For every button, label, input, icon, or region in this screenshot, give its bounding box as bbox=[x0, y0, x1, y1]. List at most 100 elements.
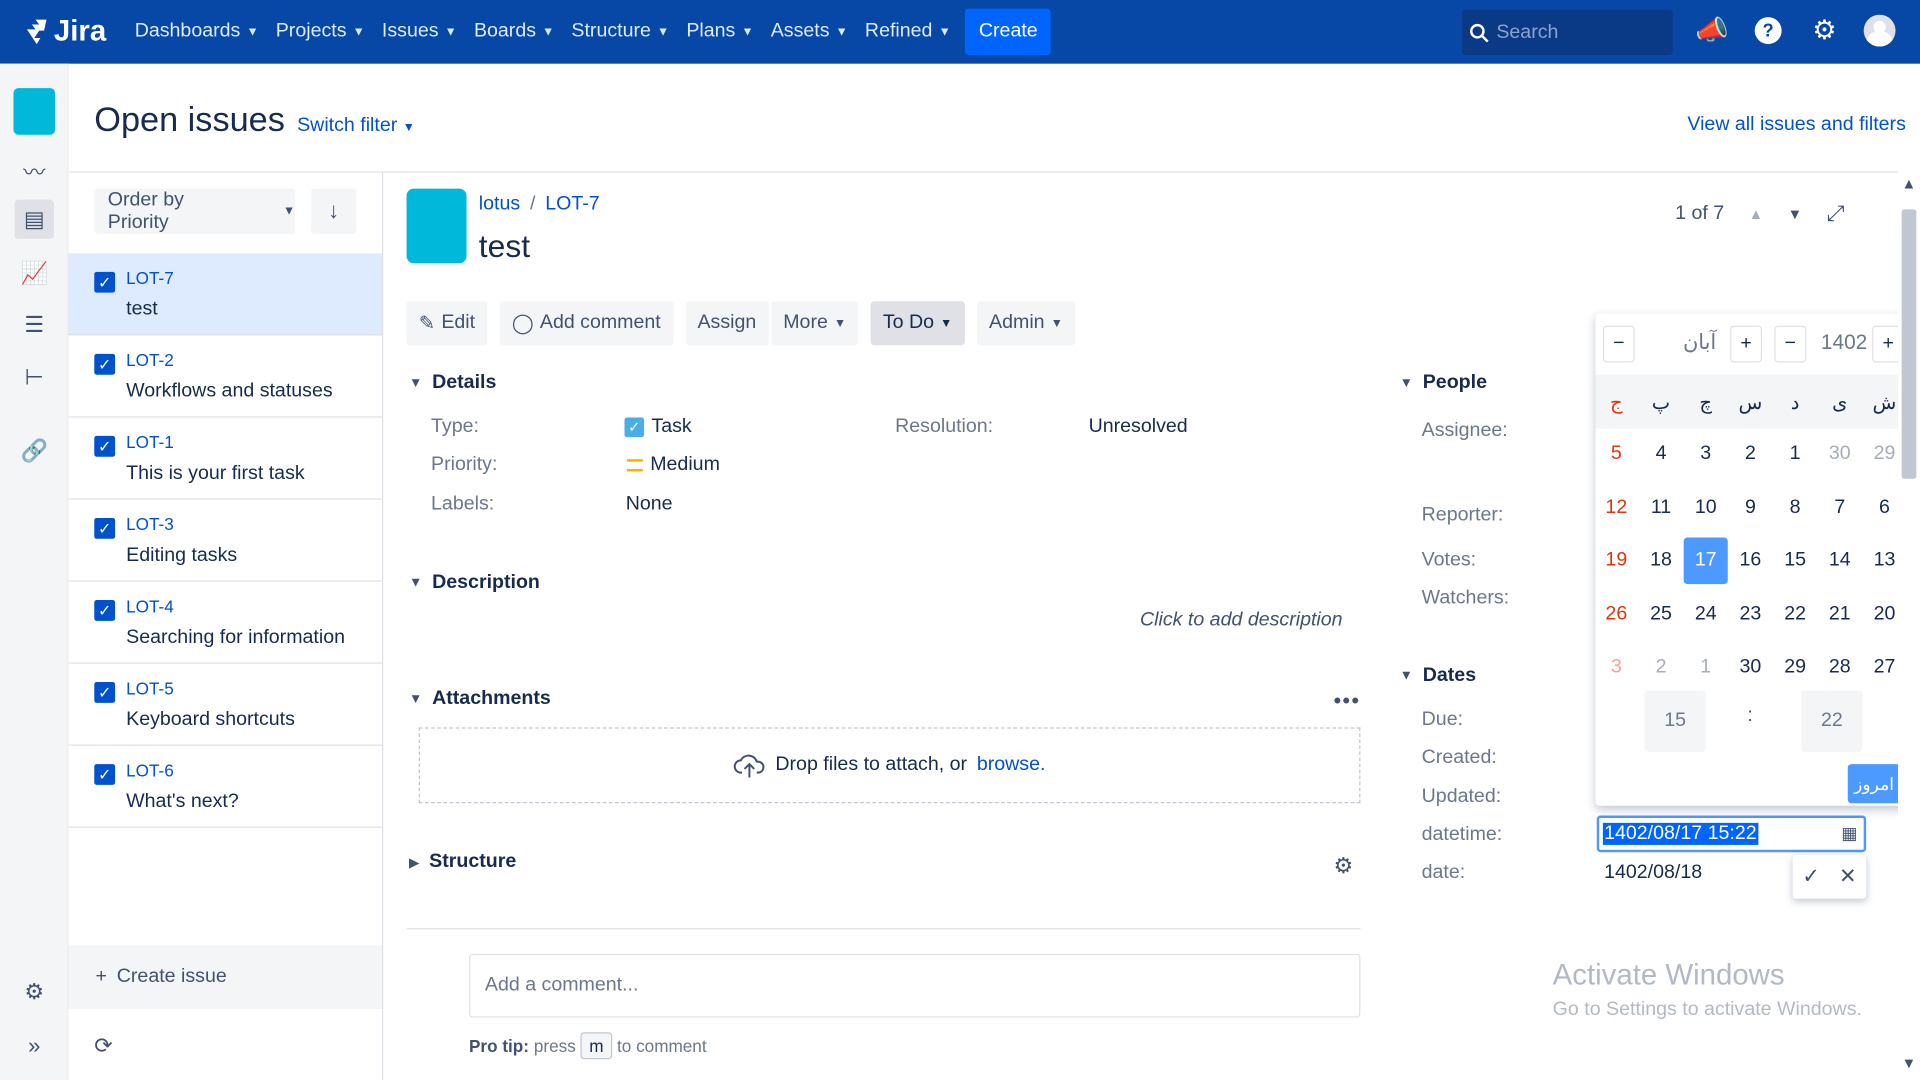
description-placeholder[interactable]: Click to add description bbox=[1140, 610, 1343, 632]
calendar-day[interactable]: 3 bbox=[1597, 647, 1636, 689]
issue-list-item[interactable]: ✓ LOT-1 This is your first task bbox=[68, 418, 383, 500]
close-icon[interactable]: ✕ bbox=[1839, 864, 1856, 888]
issue-list-item[interactable]: ✓ LOT-4 Searching for information bbox=[68, 582, 383, 664]
attachments-section-toggle[interactable]: ▼ Attachments bbox=[409, 688, 551, 710]
sort-direction-button[interactable]: ↓ bbox=[311, 188, 357, 234]
year-decrement-button[interactable]: − bbox=[1774, 325, 1807, 363]
calendar-day[interactable]: 26 bbox=[1597, 593, 1636, 635]
calendar-day[interactable]: 2 bbox=[1731, 433, 1770, 475]
labels-value[interactable]: None bbox=[626, 493, 673, 515]
switch-filter-button[interactable]: Switch filter ▼ bbox=[297, 115, 415, 137]
nav-structure[interactable]: Structure ▼ bbox=[567, 0, 675, 64]
calendar-day[interactable]: 9 bbox=[1731, 487, 1770, 529]
today-button[interactable]: امروز bbox=[1847, 764, 1901, 804]
add-comment-button[interactable]: ◯ Add comment bbox=[499, 301, 673, 346]
calendar-day[interactable]: 1 bbox=[1776, 433, 1815, 475]
reports-icon[interactable]: 📈 bbox=[15, 253, 54, 292]
description-section-toggle[interactable]: ▼ Description bbox=[409, 572, 540, 594]
calendar-day[interactable]: 28 bbox=[1820, 647, 1859, 689]
calendar-day[interactable]: 29 bbox=[1776, 647, 1815, 689]
month-increment-button[interactable]: + bbox=[1730, 325, 1763, 363]
edit-button[interactable]: ✎ Edit bbox=[406, 301, 488, 346]
people-section-toggle[interactable]: ▼ People bbox=[1400, 372, 1487, 394]
list-icon[interactable]: ☰ bbox=[15, 305, 54, 344]
calendar-day[interactable]: 30 bbox=[1820, 433, 1859, 475]
calendar-day[interactable]: 22 bbox=[1776, 593, 1815, 635]
calendar-day[interactable]: 2 bbox=[1641, 647, 1680, 689]
calendar-day[interactable]: 4 bbox=[1641, 433, 1680, 475]
more-options-icon[interactable]: ••• bbox=[1333, 688, 1360, 714]
detail-scrollbar[interactable]: ▲ ▼ bbox=[1897, 172, 1920, 1080]
expand-sidebar-icon[interactable]: » bbox=[15, 1026, 54, 1065]
calendar-day[interactable]: 3 bbox=[1686, 433, 1725, 475]
chevron-down-icon[interactable]: ▼ bbox=[1788, 205, 1803, 222]
issue-list-item[interactable]: ✓ LOT-7 test bbox=[68, 253, 383, 336]
browse-link[interactable]: browse. bbox=[977, 754, 1046, 776]
admin-button[interactable]: Admin ▼ bbox=[976, 301, 1076, 346]
calendar-day[interactable]: 24 bbox=[1686, 593, 1725, 635]
calendar-day[interactable]: 11 bbox=[1641, 487, 1680, 529]
scroll-down-icon[interactable]: ▼ bbox=[1902, 1054, 1917, 1071]
more-button[interactable]: More ▼ bbox=[770, 301, 859, 346]
breadcrumb-project[interactable]: lotus bbox=[479, 193, 520, 215]
view-all-issues-link[interactable]: View all issues and filters bbox=[1687, 114, 1906, 136]
search-input[interactable]: Search bbox=[1462, 9, 1673, 56]
nav-refined[interactable]: Refined ▼ bbox=[860, 0, 956, 64]
breadcrumb-issue-key[interactable]: LOT-7 bbox=[545, 193, 599, 215]
create-issue-button[interactable]: + Create issue bbox=[68, 945, 383, 1009]
calendar-day[interactable]: 12 bbox=[1597, 487, 1636, 529]
details-section-toggle[interactable]: ▼ Details bbox=[409, 372, 496, 394]
calendar-day[interactable]: 18 bbox=[1641, 540, 1680, 582]
order-by-dropdown[interactable]: Order by Priority ▼ bbox=[94, 188, 296, 234]
issue-list-item[interactable]: ✓ LOT-5 Keyboard shortcuts bbox=[68, 664, 383, 746]
settings-icon[interactable]: ⚙ bbox=[15, 972, 54, 1011]
assign-button[interactable]: Assign bbox=[685, 301, 769, 346]
calendar-icon[interactable]: ▦ bbox=[1841, 823, 1857, 844]
calendar-day[interactable]: 1 bbox=[1686, 647, 1725, 689]
calendar-day-selected[interactable]: 17 bbox=[1683, 537, 1728, 585]
calendar-day[interactable]: 30 bbox=[1731, 647, 1770, 689]
gear-icon[interactable]: ⚙ bbox=[1333, 853, 1353, 879]
calendar-day[interactable]: 15 bbox=[1776, 540, 1815, 582]
calendar-day[interactable]: 19 bbox=[1597, 540, 1636, 582]
link-icon[interactable]: 🔗 bbox=[15, 431, 54, 470]
chevron-up-icon[interactable]: ▲ bbox=[1749, 205, 1764, 222]
scroll-up-icon[interactable]: ▲ bbox=[1902, 175, 1917, 192]
issue-list-item[interactable]: ✓ LOT-3 Editing tasks bbox=[68, 500, 383, 582]
nav-assets[interactable]: Assets ▼ bbox=[766, 0, 853, 64]
nav-plans[interactable]: Plans ▼ bbox=[681, 0, 758, 64]
calendar-day[interactable]: 10 bbox=[1686, 487, 1725, 529]
month-decrement-button[interactable]: − bbox=[1602, 325, 1635, 363]
calendar-day[interactable]: 7 bbox=[1820, 487, 1859, 529]
issue-title[interactable]: test bbox=[479, 228, 530, 266]
calendar-day[interactable]: 16 bbox=[1731, 540, 1770, 582]
calendar-day[interactable]: 21 bbox=[1820, 593, 1859, 635]
confirm-icon[interactable]: ✓ bbox=[1802, 864, 1819, 888]
calendar-day[interactable]: 14 bbox=[1820, 540, 1859, 582]
create-button[interactable]: Create bbox=[965, 8, 1052, 56]
jira-logo[interactable]: Jira bbox=[24, 15, 122, 49]
calendar-day[interactable]: 25 bbox=[1641, 593, 1680, 635]
calendar-day[interactable]: 8 bbox=[1776, 487, 1815, 529]
minute-field[interactable]: 22 bbox=[1801, 690, 1863, 752]
nav-issues[interactable]: Issues ▼ bbox=[377, 0, 462, 64]
issue-list-item[interactable]: ✓ LOT-6 What's next? bbox=[68, 746, 383, 828]
comment-input[interactable]: Add a comment... bbox=[468, 953, 1361, 1018]
dates-section-toggle[interactable]: ▼ Dates bbox=[1400, 665, 1476, 687]
nav-boards[interactable]: Boards ▼ bbox=[469, 0, 559, 64]
expand-icon[interactable]: ⤢ bbox=[1827, 201, 1845, 227]
hour-field[interactable]: 15 bbox=[1644, 690, 1706, 752]
calendar-day[interactable]: 5 bbox=[1597, 433, 1636, 475]
project-avatar[interactable] bbox=[13, 88, 56, 135]
date-value[interactable]: 1402/08/18 bbox=[1604, 862, 1702, 884]
status-button[interactable]: To Do ▼ bbox=[870, 301, 965, 346]
scrollbar-thumb[interactable] bbox=[1901, 209, 1917, 479]
hierarchy-icon[interactable]: ⊢ bbox=[15, 358, 54, 397]
nav-projects[interactable]: Projects ▼ bbox=[271, 0, 370, 64]
megaphone-icon[interactable]: 📣 bbox=[1695, 10, 1729, 52]
issues-icon[interactable]: ▤ bbox=[14, 199, 54, 239]
attachment-dropzone[interactable]: Drop files to attach, or browse. bbox=[418, 727, 1361, 804]
gear-icon[interactable]: ⚙ bbox=[1807, 10, 1841, 52]
calendar-day[interactable]: 23 bbox=[1731, 593, 1770, 635]
user-avatar[interactable] bbox=[1863, 14, 1896, 47]
